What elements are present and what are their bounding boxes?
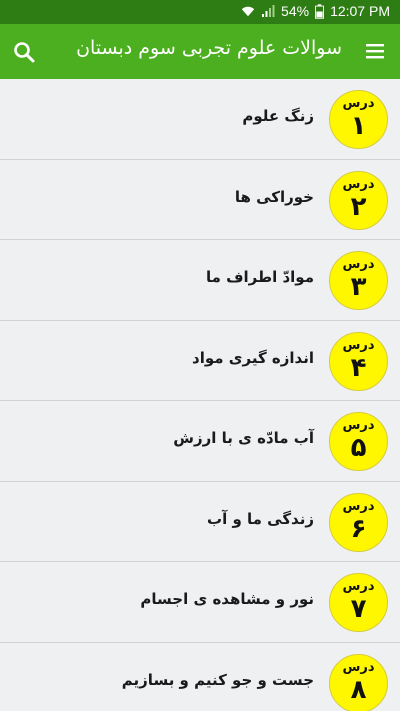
lesson-number: ۵	[350, 433, 367, 463]
battery-icon	[315, 3, 325, 19]
lesson-badge: درس ۴	[329, 331, 388, 391]
hamburger-menu-icon[interactable]	[364, 41, 386, 61]
lesson-number: ۱	[350, 111, 367, 141]
lesson-title: نور و مشاهده ی اجسام	[140, 590, 314, 608]
lesson-row-6[interactable]: درس ۶ زندگی ما و آب	[0, 481, 400, 562]
badge-label: درس	[342, 579, 375, 594]
lesson-badge: درس ۲	[329, 170, 388, 230]
app-title: سوالات علوم تجربی سوم دبستان	[76, 37, 342, 59]
lesson-number: ۲	[350, 191, 367, 222]
lesson-row-8[interactable]: درس ۸ جست و جو کنیم و بسازیم	[0, 642, 400, 711]
lesson-title: زندگی ما و آب	[207, 509, 314, 528]
wifi-icon	[241, 6, 255, 17]
lesson-badge: درس ۶	[329, 492, 388, 552]
lesson-title: آب مادّه ی با ارزش	[173, 429, 314, 447]
lesson-title: اندازه گیری مواد	[192, 348, 314, 367]
lesson-title: جست و جو کنیم و بسازیم	[121, 670, 314, 689]
status-indicators: 54% 12:07 PM	[241, 3, 390, 19]
badge-label: درس	[342, 337, 375, 353]
lesson-badge: درس ۱	[329, 90, 388, 149]
badge-label: درس	[342, 498, 375, 514]
lesson-title: خوراکی ها	[234, 187, 314, 206]
badge-label: درس	[342, 176, 375, 192]
status-bar: 54% 12:07 PM	[0, 0, 400, 24]
badge-label: درس	[342, 418, 375, 433]
lesson-number: ۳	[350, 272, 367, 302]
lesson-row-7[interactable]: درس ۷ نور و مشاهده ی اجسام	[0, 562, 400, 643]
lesson-badge: درس ۵	[329, 412, 388, 471]
lesson-row-4[interactable]: درس ۴ اندازه گیری مواد	[0, 320, 400, 401]
app-bar: سوالات علوم تجربی سوم دبستان	[0, 24, 400, 79]
search-icon[interactable]	[12, 40, 36, 64]
lesson-row-1[interactable]: درس ۱ زنگ علوم	[0, 79, 400, 160]
clock: 12:07 PM	[330, 3, 390, 19]
battery-percent: 54%	[281, 3, 310, 19]
lesson-number: ۷	[350, 594, 367, 624]
lesson-badge: درس ۷	[329, 573, 388, 632]
lesson-number: ۸	[350, 674, 367, 705]
lesson-row-5[interactable]: درس ۵ آب مادّه ی با ارزش	[0, 401, 400, 482]
lesson-badge: درس ۳	[329, 251, 388, 310]
lesson-row-2[interactable]: درس ۲ خوراکی ها	[0, 159, 400, 240]
signal-icon	[262, 5, 275, 17]
lesson-number: ۴	[350, 352, 367, 383]
lesson-list: درس ۱ زنگ علوم درس ۲ خوراکی ها درس ۳ موا…	[0, 79, 400, 711]
lesson-badge: درس ۸	[329, 653, 388, 711]
lesson-number: ۶	[350, 513, 367, 544]
badge-label: درس	[342, 659, 375, 675]
lesson-row-3[interactable]: درس ۳ موادّ اطراف ما	[0, 240, 400, 321]
lesson-title: زنگ علوم	[242, 107, 314, 125]
badge-label: درس	[342, 96, 375, 111]
badge-label: درس	[342, 257, 375, 272]
lesson-title: موادّ اطراف ما	[205, 268, 314, 286]
